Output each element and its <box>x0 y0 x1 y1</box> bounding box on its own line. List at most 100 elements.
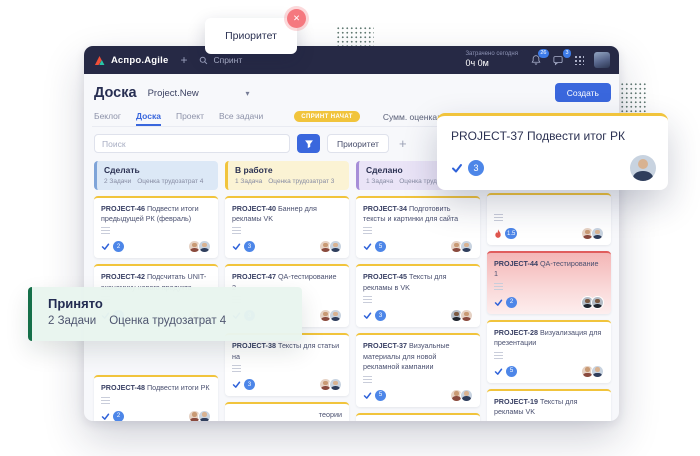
description-icon <box>363 227 372 234</box>
task-card[interactable]: PROJECT-37 Визуальные материалы для ново… <box>356 333 480 406</box>
task-title: теории <box>232 410 342 420</box>
popup-task-title: PROJECT-37 Подвести итог РК <box>451 129 654 143</box>
column-header: В работе 1 ЗадачаОценка трудозатрат 3 <box>225 161 349 190</box>
priority-filter-chip[interactable]: Приоритет <box>327 134 389 153</box>
description-icon <box>101 227 110 234</box>
task-id: PROJECT-37 <box>363 341 407 350</box>
task-footer: 5 <box>363 389 473 402</box>
assignee-avatars <box>450 389 473 402</box>
check-icon <box>494 298 503 307</box>
notifications-badge: 26 <box>538 49 549 58</box>
check-icon <box>363 242 372 251</box>
task-id: PROJECT-38 <box>232 341 276 350</box>
assignee-avatars <box>319 309 342 322</box>
estimate-badge: 3 <box>244 241 255 252</box>
avatar <box>198 240 211 253</box>
task-footer: 1.5 <box>494 227 604 240</box>
assignee-avatars <box>188 240 211 253</box>
task-footer: 2 <box>101 410 211 421</box>
search-input[interactable] <box>94 134 290 153</box>
page-title: Доска <box>94 85 137 101</box>
task-title: PROJECT-19 Тексты для рекламы VK <box>494 397 604 418</box>
check-icon <box>451 162 463 174</box>
task-card[interactable]: 1.5 <box>487 193 611 245</box>
create-plus-icon[interactable]: + <box>180 54 187 66</box>
task-preview-popup[interactable]: PROJECT-37 Подвести итог РК 3 <box>437 113 668 190</box>
accepted-column-panel: Принято 2 Задачи Оценка трудозатрат 4 <box>28 287 302 341</box>
task-card[interactable]: PROJECT-34 Подготовить тексты и картинки… <box>356 196 480 259</box>
description-icon <box>363 376 372 383</box>
priority-tooltip-label: Приоритет <box>225 30 277 42</box>
kanban-column: Сделано1 ЗадачаОценка трудозатратPROJECT… <box>356 161 480 421</box>
app-name: Аспро.Agile <box>111 55 168 66</box>
task-title: PROJECT-44 QA-тестирование 1 <box>494 259 604 280</box>
task-card[interactable]: PROJECT-38 Тексты для статьи на 3 <box>225 333 349 396</box>
assignee-avatars <box>581 227 604 240</box>
apps-grid-icon[interactable] <box>574 55 584 65</box>
app-logo[interactable]: Аспро.Agile <box>93 54 168 67</box>
tab-board[interactable]: Доска <box>136 111 161 126</box>
time-tracker: Затрачено сегодня 0ч 0м <box>465 51 518 70</box>
task-footer: 3 <box>232 240 342 253</box>
avatar <box>460 240 473 253</box>
task-title: PROJECT-46 Подвести итоги предыдущей РК … <box>101 204 211 225</box>
column-name: В работе <box>235 165 342 175</box>
task-id: PROJECT-28 <box>494 328 538 337</box>
accepted-title: Принято <box>48 296 286 311</box>
navbar-search[interactable]: Спринт <box>199 55 242 65</box>
task-id: PROJECT-46 <box>101 204 145 213</box>
task-card[interactable]: PROJECT-40 Баннер для рекламы VK3 <box>225 196 349 259</box>
user-avatar[interactable] <box>594 52 610 68</box>
search-icon <box>199 56 208 65</box>
column-stats: 1 ЗадачаОценка трудозатрат 3 <box>235 178 342 185</box>
task-card[interactable]: теории3 <box>225 402 349 421</box>
task-title: PROJECT-28 Визуализация для презентации <box>494 328 604 349</box>
tab-all-tasks[interactable]: Все задачи <box>219 111 263 126</box>
kanban-column: 1.5PROJECT-44 QA-тестирование 12PROJECT-… <box>487 161 611 421</box>
project-select-value: Project.New <box>148 88 199 99</box>
decor-speckle-top <box>336 26 374 48</box>
task-card[interactable]: PROJECT-46 Подвести итоги предыдущей РК … <box>94 196 218 259</box>
time-tracker-label: Затрачено сегодня <box>465 51 518 59</box>
description-icon <box>494 283 503 290</box>
project-select[interactable]: Project.New ▾ <box>148 88 250 99</box>
messages-button[interactable]: 3 <box>552 54 564 66</box>
check-icon <box>232 380 241 389</box>
task-card[interactable]: PROJECT-23 Итоги РК5 <box>356 413 480 421</box>
check-icon <box>363 311 372 320</box>
task-title: PROJECT-45 Тексты для рекламы в VK <box>363 272 473 293</box>
create-task-button[interactable]: Создать <box>555 83 611 102</box>
task-id: PROJECT-44 <box>494 259 538 268</box>
avatar <box>198 410 211 421</box>
check-icon <box>494 367 503 376</box>
close-icon[interactable]: ✕ <box>287 9 306 28</box>
task-card[interactable]: PROJECT-28 Визуализация для презентации 5 <box>487 320 611 383</box>
notifications-button[interactable]: 26 <box>530 54 542 66</box>
accepted-effort: Оценка трудозатрат 4 <box>109 315 226 327</box>
messages-badge: 3 <box>563 49 571 58</box>
task-card[interactable]: PROJECT-19 Тексты для рекламы VK5 <box>487 389 611 421</box>
task-card[interactable]: PROJECT-48 Подвести итоги РК2 <box>94 375 218 421</box>
estimate-badge: 5 <box>506 366 517 377</box>
estimate-badge: 1.5 <box>505 228 517 239</box>
add-filter-button[interactable]: + <box>399 137 407 150</box>
navbar-search-text: Спринт <box>213 55 242 65</box>
avatar <box>460 389 473 402</box>
task-id: PROJECT-19 <box>494 397 538 406</box>
task-card[interactable]: PROJECT-45 Тексты для рекламы в VK3 <box>356 264 480 327</box>
assignee-avatars <box>581 365 604 378</box>
task-footer: 3 <box>232 378 342 391</box>
task-card[interactable]: PROJECT-44 QA-тестирование 12 <box>487 251 611 314</box>
avatar <box>329 378 342 391</box>
popup-assignee-avatar <box>630 155 656 181</box>
tab-backlog[interactable]: Беклог <box>94 111 121 126</box>
task-id: PROJECT-34 <box>363 204 407 213</box>
filter-button[interactable] <box>297 134 320 153</box>
funnel-icon <box>304 139 314 149</box>
estimate-badge: 5 <box>375 390 386 401</box>
task-title: PROJECT-38 Тексты для статьи на <box>232 341 342 362</box>
tab-project[interactable]: Проект <box>176 111 204 126</box>
avatar <box>329 240 342 253</box>
task-id: PROJECT-40 <box>232 204 276 213</box>
avatar <box>591 365 604 378</box>
